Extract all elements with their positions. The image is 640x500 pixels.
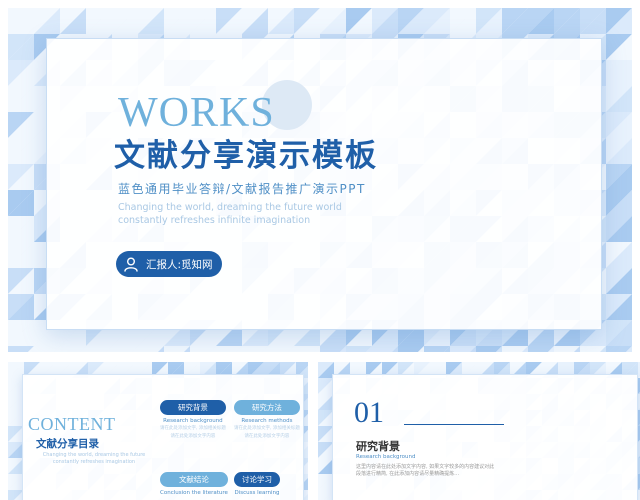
toc-item-2: 研究方法 Research methods 请在此处添加文字, 添加相关标题 请… xyxy=(234,400,300,440)
toc-item-3: 文献结论 Conclusion the literature xyxy=(160,472,228,496)
works-heading: WORKS xyxy=(118,90,275,136)
toc-item-en: Discuss learning xyxy=(234,490,280,496)
section-number: 01 xyxy=(354,396,384,429)
section-card xyxy=(332,374,638,500)
toc-item-label: 文献结论 xyxy=(160,472,228,487)
section-description: 这里内容请在此处添加文字内容, 如果文字较多的内容建议对此段落进行精简, 在此添… xyxy=(356,464,495,477)
toc-item-en: Research methods xyxy=(241,418,293,424)
toc-item-label: 研究背景 xyxy=(160,400,226,415)
cover-tagline: Changing the world, dreaming the future … xyxy=(118,201,398,227)
toc-item-en: Research background xyxy=(163,418,223,424)
section-divider xyxy=(404,424,504,425)
toc-item-desc: 请在此处添加文字内容 xyxy=(170,434,216,439)
cover-title: 文献分享演示模板 xyxy=(114,138,378,174)
section-title: 研究背景 xyxy=(356,440,400,453)
tagline-line-2: constantly refreshes infinite imaginatio… xyxy=(118,215,311,226)
toc-item-label: 讨论学习 xyxy=(234,472,280,487)
toc-item-label: 研究方法 xyxy=(234,400,300,415)
contents-title: CONTENT xyxy=(28,414,116,434)
slide-thumbnail-contents[interactable]: CONTENT 文献分享目录 Changing the world, dream… xyxy=(8,362,308,500)
toc-item-4: 讨论学习 Discuss learning xyxy=(234,472,280,496)
reporter-label: 汇报人:觅知网 xyxy=(146,258,213,271)
contents-tagline: Changing the world, dreaming the future … xyxy=(42,452,146,465)
toc-item-desc: 请在此处添加文字, 添加相关标题 xyxy=(234,426,300,431)
cover-subtitle: 蓝色通用毕业答辩/文献报告推广演示PPT xyxy=(118,182,366,196)
toc-item-desc: 请在此处添加文字, 添加相关标题 xyxy=(160,426,226,431)
toc-item-en: Conclusion the literature xyxy=(160,490,228,496)
user-icon xyxy=(124,257,138,272)
tagline-line-1: Changing the world, dreaming the future … xyxy=(118,202,342,213)
cover-slide[interactable]: WORKS 文献分享演示模板 蓝色通用毕业答辩/文献报告推广演示PPT Chan… xyxy=(8,8,632,352)
toc-item-desc: 请在此处添加文字内容 xyxy=(244,434,290,439)
reporter-badge: 汇报人:觅知网 xyxy=(116,251,222,277)
toc-item-1: 研究背景 Research background 请在此处添加文字, 添加相关标… xyxy=(160,400,226,440)
slide-thumbnail-section[interactable]: 01 研究背景 Research background 这里内容请在此处添加文字… xyxy=(318,362,640,500)
contents-subtitle: 文献分享目录 xyxy=(36,438,99,450)
section-title-en: Research background xyxy=(356,454,416,460)
